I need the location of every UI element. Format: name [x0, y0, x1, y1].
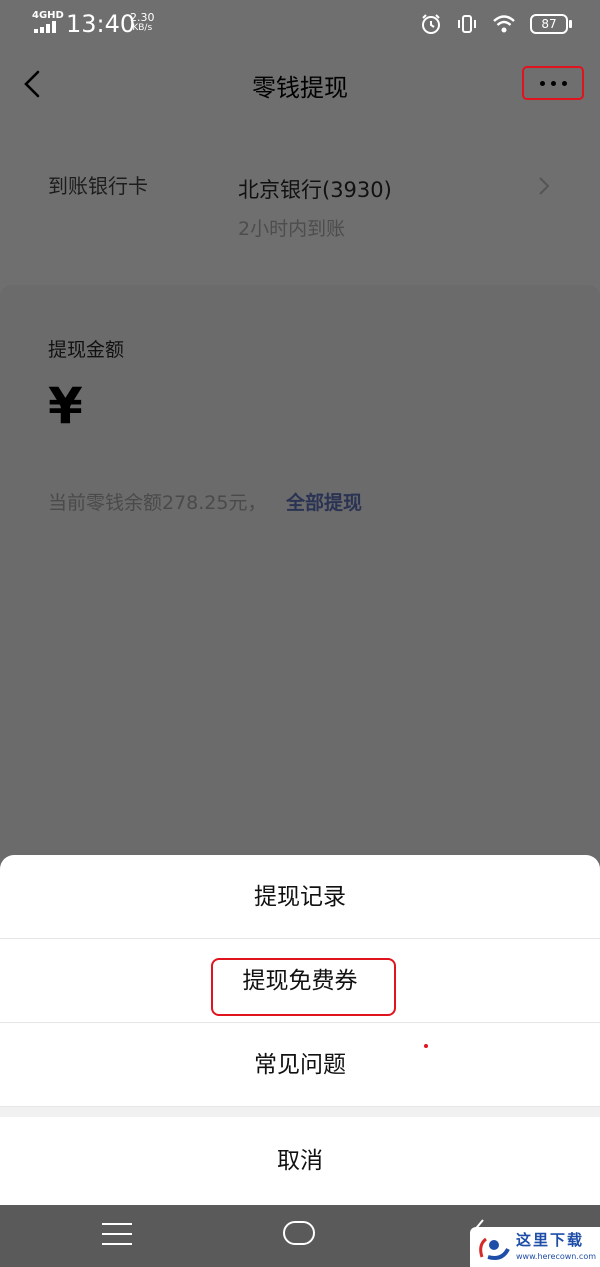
balance-text: 当前零钱余额278.25元， [48, 492, 267, 514]
more-dot-icon [550, 80, 556, 86]
bank-card-label: 到账银行卡 [48, 174, 148, 198]
more-dot-icon [561, 80, 567, 86]
annotation-dot [424, 1044, 428, 1048]
network-type: 4GHD [32, 10, 64, 21]
status-bar: 4GHD 13:40 2.30 KB/s 87 [0, 0, 600, 48]
network-speed: 2.30 KB/s [130, 12, 155, 34]
page-title: 零钱提现 [252, 74, 348, 102]
wifi-icon [493, 15, 515, 33]
chevron-right-icon [539, 177, 550, 195]
amount-label: 提现金额 [48, 339, 125, 361]
signal-icon [34, 21, 58, 33]
home-icon[interactable] [283, 1221, 315, 1245]
more-options-button[interactable] [522, 66, 584, 100]
watermark-title: 这里下载 [516, 1231, 585, 1249]
withdraw-all-link[interactable]: 全部提现 [286, 488, 362, 515]
currency-symbol[interactable]: ¥ [48, 377, 83, 435]
bank-card-row[interactable]: 到账银行卡 北京银行(3930) 2小时内到账 [0, 120, 600, 270]
menu-item-faq[interactable]: 常见问题 [0, 1023, 600, 1107]
annotation-highlight-box [211, 958, 396, 1016]
alarm-icon [422, 14, 440, 34]
arrival-time-note: 2小时内到账 [238, 218, 346, 240]
vibrate-icon [458, 15, 476, 33]
clock: 13:40 [66, 10, 136, 38]
more-dot-icon [539, 80, 545, 86]
watermark-url: www.herecown.com [516, 1252, 596, 1261]
battery-indicator: 87 [530, 14, 572, 34]
watermark: 这里下载 www.herecown.com [470, 1227, 600, 1267]
sheet-divider [0, 1107, 600, 1117]
status-icons: 87 [420, 12, 572, 36]
recent-apps-icon[interactable] [102, 1223, 132, 1245]
cancel-button[interactable]: 取消 [0, 1117, 600, 1205]
action-sheet: 提现记录 提现免费券 常见问题 取消 [0, 855, 600, 1205]
top-bar: 零钱提现 [0, 48, 600, 120]
speed-unit: KB/s [132, 23, 153, 33]
speed-value: 2.30 [130, 11, 155, 24]
bank-card-name: 北京银行(3930) [238, 178, 392, 202]
menu-item-withdraw-records[interactable]: 提现记录 [0, 855, 600, 939]
watermark-logo-icon [479, 1237, 510, 1260]
